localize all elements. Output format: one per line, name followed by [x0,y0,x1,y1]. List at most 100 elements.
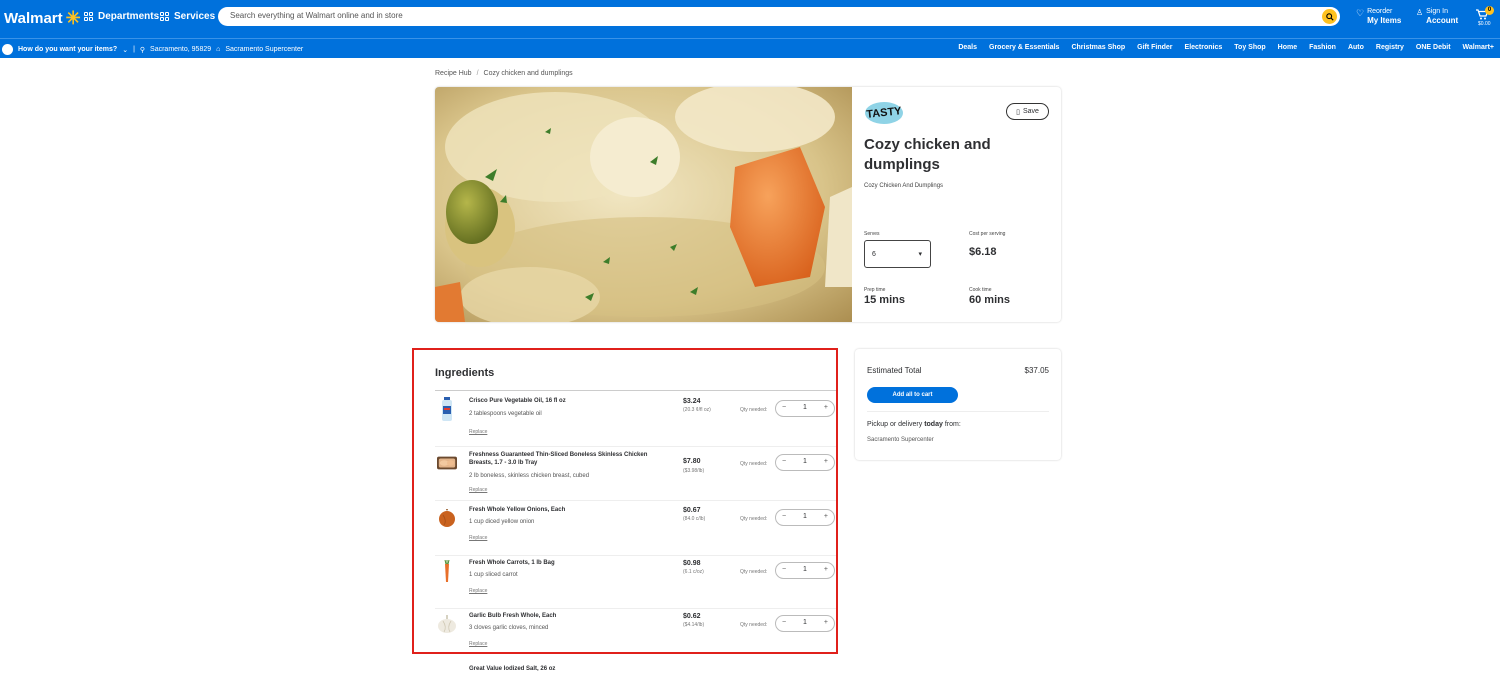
ingredient-row: Garlic Bulb Fresh Whole, Each 3 cloves g… [435,608,836,662]
plus-button[interactable]: + [824,513,828,520]
search-button[interactable] [1322,9,1337,24]
estimated-total-label: Estimated Total [867,366,922,375]
quantity-stepper[interactable]: − 1 + [775,509,835,526]
minus-button[interactable]: − [782,458,786,465]
product-price: $0.67 [683,507,701,514]
prep-value: 15 mins [864,294,905,306]
product-desc: 2 lb boneless, skinless chicken breast, … [469,473,590,479]
estimated-total-value: $37.05 [1024,366,1049,375]
replace-link[interactable]: Replace [469,588,487,594]
replace-link[interactable]: Replace [469,641,487,647]
walmart-logo[interactable]: Walmart ✳ [4,9,81,27]
ingredient-row: Fresh Whole Yellow Onions, Each 1 cup di… [435,502,836,556]
cart-button[interactable]: 0 $0.00 [1476,6,1494,27]
nav-walmart-plus[interactable]: Walmart+ [1457,44,1500,51]
departments-label: Departments [98,11,160,22]
plus-button[interactable]: + [824,619,828,626]
product-desc: 1 cup diced yellow onion [469,519,535,525]
nav-deals[interactable]: Deals [952,44,983,51]
plus-button[interactable]: + [824,566,828,573]
sub-header: How do you want your items? ⌄ | ⚲ Sacram… [0,38,1500,58]
add-all-to-cart-button[interactable]: Add all to cart [867,387,958,403]
nav-grocery[interactable]: Grocery & Essentials [983,44,1065,51]
product-desc: 1 cup sliced carrot [469,572,518,578]
how-label: How do you want your items? [18,46,118,53]
store-icon: ⌂ [216,46,221,53]
quantity-stepper[interactable]: − 1 + [775,615,835,632]
bookmark-icon: ▯ [1016,108,1020,116]
nav-one-debit[interactable]: ONE Debit [1410,44,1457,51]
cart-count-badge: 0 [1485,6,1494,15]
minus-button[interactable]: − [782,404,786,411]
product-name[interactable]: Fresh Whole Yellow Onions, Each [469,506,663,514]
onion-icon [437,506,457,530]
replace-link[interactable]: Replace [469,535,487,541]
minus-button[interactable]: − [782,566,786,573]
qty-label: Qty needed: [740,407,768,413]
store-label: Sacramento Supercenter [225,46,304,53]
grid-icon [160,12,169,21]
chevron-down-icon: ⌄ [122,46,129,54]
departments-button[interactable]: Departments [84,11,159,22]
quantity-stepper[interactable]: − 1 + [775,562,835,579]
quantity-stepper[interactable]: − 1 + [775,400,835,417]
replace-link[interactable]: Replace [469,487,487,493]
replace-link[interactable]: Replace [469,429,487,435]
qty-value: 1 [803,566,807,573]
qty-value: 1 [803,458,807,465]
breadcrumb-root[interactable]: Recipe Hub [435,70,472,77]
ingredient-row: Fresh Whole Carrots, 1 lb Bag 1 cup slic… [435,555,836,609]
services-button[interactable]: Services [160,11,215,22]
save-button[interactable]: ▯ Save [1006,103,1049,120]
heart-icon: ♡ [1356,8,1365,18]
nav-home[interactable]: Home [1272,44,1303,51]
product-desc: 2 tablespoons vegetable oil [469,411,542,417]
qty-value: 1 [803,404,807,411]
reorder-top: Reorder [1367,8,1393,15]
plus-button[interactable]: + [824,458,828,465]
nav-electronics[interactable]: Electronics [1179,44,1229,51]
signin-bottom: Account [1426,16,1459,26]
fulfillment-icon [2,44,13,55]
unit-price: (20.3 ¢/fl oz) [683,407,711,413]
plus-button[interactable]: + [824,404,828,411]
serves-select[interactable]: 6 ▾ [864,240,931,268]
unit-price: ($4.14/lb) [683,622,705,628]
search-input[interactable]: Search everything at Walmart online and … [218,7,1340,26]
search-placeholder: Search everything at Walmart online and … [230,11,403,20]
nav-fashion[interactable]: Fashion [1303,44,1342,51]
prep-label: Prep time [864,287,886,293]
cook-label: Cook time [969,287,992,293]
unit-price: (6.1 c/oz) [683,569,704,575]
nav-toy-shop[interactable]: Toy Shop [1228,44,1271,51]
product-name[interactable]: Fresh Whole Carrots, 1 lb Bag [469,559,663,567]
recipe-hero-card: TASTY ▯ Save Cozy chicken and dumplings … [435,87,1061,322]
product-name[interactable]: Crisco Pure Vegetable Oil, 16 fl oz [469,397,663,405]
ingredient-row: Crisco Pure Vegetable Oil, 16 fl oz 2 ta… [435,393,836,447]
product-price: $0.98 [683,560,701,567]
quantity-stepper[interactable]: − 1 + [775,454,835,471]
product-name[interactable]: Freshness Guaranteed Thin-Sliced Boneles… [469,451,663,468]
signin-top: Sign In [1426,8,1448,15]
chicken-tray-icon [437,451,457,475]
ingredients-title: Ingredients [435,367,495,379]
minus-button[interactable]: − [782,619,786,626]
nav-registry[interactable]: Registry [1370,44,1410,51]
qty-value: 1 [803,513,807,520]
reorder-button[interactable]: ♡ Reorder My Items [1356,8,1401,25]
nav-auto[interactable]: Auto [1342,44,1370,51]
nav-gift-finder[interactable]: Gift Finder [1131,44,1178,51]
nav-christmas[interactable]: Christmas Shop [1065,44,1131,51]
account-button[interactable]: ♙ Sign In Account [1416,8,1458,25]
product-price: $3.24 [683,398,701,405]
product-name[interactable]: Garlic Bulb Fresh Whole, Each [469,612,663,620]
recipe-subtitle: Cozy Chicken And Dumplings [864,183,944,189]
save-label: Save [1022,108,1039,115]
recipe-title: Cozy chicken and dumplings [864,136,991,174]
top-header: Walmart ✳ Departments Services Search ev… [0,0,1500,38]
cook-value: 60 mins [969,294,1010,306]
fulfillment-selector[interactable]: How do you want your items? ⌄ | ⚲ Sacram… [2,44,303,55]
ingredient-row: Freshness Guaranteed Thin-Sliced Boneles… [435,447,836,501]
unit-price: (84.0 c/lb) [683,516,706,522]
minus-button[interactable]: − [782,513,786,520]
